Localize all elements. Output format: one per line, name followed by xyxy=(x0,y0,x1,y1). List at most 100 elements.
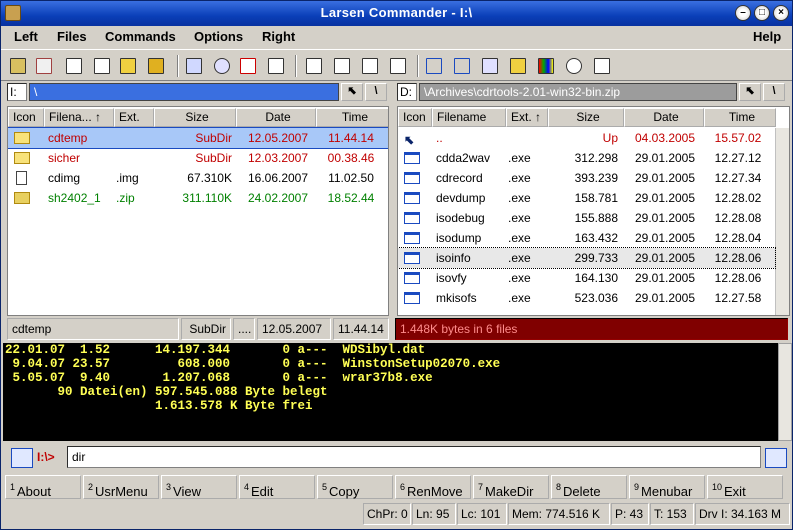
f3-view-button[interactable]: 3 View xyxy=(161,475,237,499)
right-file-row[interactable]: isodebug .exe 155.888 29.01.2005 12.28.08 xyxy=(398,208,775,228)
new-folder-icon[interactable] xyxy=(117,55,139,77)
right-root-button[interactable]: \ xyxy=(763,83,785,101)
executable-icon xyxy=(398,188,432,208)
console-line: 90 Datei(en) 597.545.088 Byte belegt xyxy=(5,385,328,399)
menu-files[interactable]: Files xyxy=(57,29,87,44)
col-time[interactable]: Time xyxy=(704,108,776,127)
console-line: 5.05.07 9.40 1.207.068 0 a--- wrar37b8.e… xyxy=(5,371,433,385)
console-scrollbar[interactable] xyxy=(778,343,792,441)
f5-copy-button[interactable]: 5 Copy xyxy=(317,475,393,499)
col-icon[interactable]: Icon xyxy=(8,108,44,127)
right-file-ext: .exe xyxy=(508,171,531,185)
status-t: T: 153 xyxy=(650,503,694,525)
left-file-list[interactable]: Icon Filena... ↑ Ext. Size Date Time cdt… xyxy=(7,106,389,316)
menu-left[interactable]: Left xyxy=(14,29,38,44)
f8-delete-button[interactable]: 8 Delete xyxy=(551,475,627,499)
col-filename-label: Filena... xyxy=(49,110,92,124)
col-date[interactable]: Date xyxy=(624,108,704,127)
maximize-icon[interactable]: □ xyxy=(754,5,770,21)
right-file-time: 12.28.02 xyxy=(714,191,762,205)
f9-menubar-button[interactable]: 9 Menubar xyxy=(629,475,705,499)
right-file-size: 158.781 xyxy=(574,191,618,205)
left-file-row[interactable]: sh2402_1 .zip 311.110K 24.02.2007 18.52.44 xyxy=(8,188,388,208)
right-file-row[interactable]: isoinfo .exe 299.733 29.01.2005 12.28.06 xyxy=(398,247,776,269)
console-output: 22.01.07 1.52 14.197.344 0 a--- WDSibyl.… xyxy=(3,343,778,441)
right-parent-button[interactable]: ⬉ xyxy=(739,83,761,101)
sync-icon[interactable] xyxy=(183,55,205,77)
right-file-row[interactable]: cdrecord .exe 393.239 29.01.2005 12.27.34 xyxy=(398,168,775,188)
f10-exit-button[interactable]: 10 Exit xyxy=(707,475,783,499)
f1-about-button[interactable]: 1 About xyxy=(5,475,81,499)
col-size[interactable]: Size xyxy=(154,108,236,127)
menu-right[interactable]: Right xyxy=(262,29,295,44)
function-key-bar: 1 About 2 UsrMenu 3 View 4 Edit 5 Copy 6 RenMo… xyxy=(3,475,792,499)
right-path[interactable]: \Archives\cdrtools-2.01-win32-bin.zip xyxy=(419,83,737,101)
left-path[interactable]: \ xyxy=(29,83,339,101)
right-file-row[interactable]: cdda2wav .exe 312.298 29.01.2005 12.27.12 xyxy=(398,148,775,168)
right-drive-selector[interactable]: D: xyxy=(397,83,417,101)
target-icon[interactable] xyxy=(237,55,259,77)
command-row: I:\> dir xyxy=(3,443,792,473)
f6-renmove-button[interactable]: 6 RenMove xyxy=(395,475,471,499)
menu-commands[interactable]: Commands xyxy=(105,29,176,44)
split-icon[interactable] xyxy=(423,55,445,77)
right-scrollbar[interactable] xyxy=(775,128,789,315)
col-filename[interactable]: Filena... ↑ xyxy=(44,108,114,127)
f2-usrmenu-button[interactable]: 2 UsrMenu xyxy=(83,475,159,499)
info-icon[interactable] xyxy=(387,55,409,77)
col-ext[interactable]: Ext. ↑ xyxy=(506,108,548,127)
close-icon[interactable]: × xyxy=(773,5,789,21)
back-icon[interactable] xyxy=(7,55,29,77)
copy-icon[interactable] xyxy=(63,55,85,77)
minimize-icon[interactable]: – xyxy=(735,5,751,21)
view3-icon[interactable] xyxy=(359,55,381,77)
command-execute-icon[interactable] xyxy=(765,448,787,468)
zip-folder-icon xyxy=(8,188,44,208)
command-prompt: I:\> xyxy=(37,450,55,464)
left-status-date: 12.05.2007 xyxy=(257,318,331,340)
palette-icon[interactable] xyxy=(535,55,557,77)
col-size[interactable]: Size xyxy=(548,108,624,127)
left-file-row[interactable]: cdimg .img 67.310K 16.06.2007 11.02.50 xyxy=(8,168,388,188)
edit-icon[interactable] xyxy=(33,55,55,77)
sort-icon[interactable] xyxy=(479,55,501,77)
right-file-row[interactable]: ⬉.. Up 04.03.2005 15.57.02 xyxy=(398,128,775,148)
col-ext[interactable]: Ext. xyxy=(114,108,154,127)
menu-options[interactable]: Options xyxy=(194,29,243,44)
left-root-button[interactable]: \ xyxy=(365,83,387,101)
right-file-row[interactable]: mkisofs .exe 523.036 29.01.2005 12.27.58 xyxy=(398,288,775,308)
command-input[interactable]: dir xyxy=(67,446,761,468)
toolbar-separator xyxy=(295,55,297,77)
right-file-row[interactable]: devdump .exe 158.781 29.01.2005 12.28.02 xyxy=(398,188,775,208)
left-parent-button[interactable]: ⬉ xyxy=(341,83,363,101)
view2-icon[interactable] xyxy=(331,55,353,77)
left-file-row[interactable]: cdtemp SubDir 12.05.2007 11.44.14 xyxy=(8,127,388,149)
right-file-row[interactable]: isovfy .exe 164.130 29.01.2005 12.28.06 xyxy=(398,268,775,288)
right-file-list[interactable]: Icon Filename Ext. ↑ Size Date Time ⬉.. U… xyxy=(397,106,790,316)
col-time[interactable]: Time xyxy=(316,108,388,127)
view1-icon[interactable] xyxy=(303,55,325,77)
col-icon[interactable]: Icon xyxy=(398,108,432,127)
menu-help[interactable]: Help xyxy=(753,29,781,44)
col-date[interactable]: Date xyxy=(236,108,316,127)
command-history-icon[interactable] xyxy=(11,448,33,468)
folder-open-icon[interactable] xyxy=(507,55,529,77)
f4-edit-button[interactable]: 4 Edit xyxy=(239,475,315,499)
right-file-row[interactable]: isodump .exe 163.432 29.01.2005 12.28.04 xyxy=(398,228,775,248)
col-filename[interactable]: Filename xyxy=(432,108,506,127)
refresh-icon[interactable] xyxy=(211,55,233,77)
rename-icon[interactable] xyxy=(591,55,613,77)
left-file-row[interactable]: sicher SubDir 12.03.2007 00.38.46 xyxy=(8,148,388,168)
left-panel: I: \ ⬉ \ Icon Filena... ↑ Ext. Size Date… xyxy=(5,81,389,341)
left-file-name: cdimg xyxy=(48,171,81,185)
left-file-date: 12.05.2007 xyxy=(247,131,309,145)
folder-star-icon[interactable] xyxy=(265,55,287,77)
list-icon[interactable] xyxy=(91,55,113,77)
left-drive-selector[interactable]: I: xyxy=(7,83,27,101)
join-icon[interactable] xyxy=(451,55,473,77)
right-file-name: .. xyxy=(436,131,443,145)
f7-makedir-button[interactable]: 7 MakeDir xyxy=(473,475,549,499)
search-icon[interactable] xyxy=(563,55,585,77)
title-bar[interactable]: Larsen Commander - I:\ – □ × xyxy=(1,1,792,26)
delete-icon[interactable] xyxy=(145,55,167,77)
